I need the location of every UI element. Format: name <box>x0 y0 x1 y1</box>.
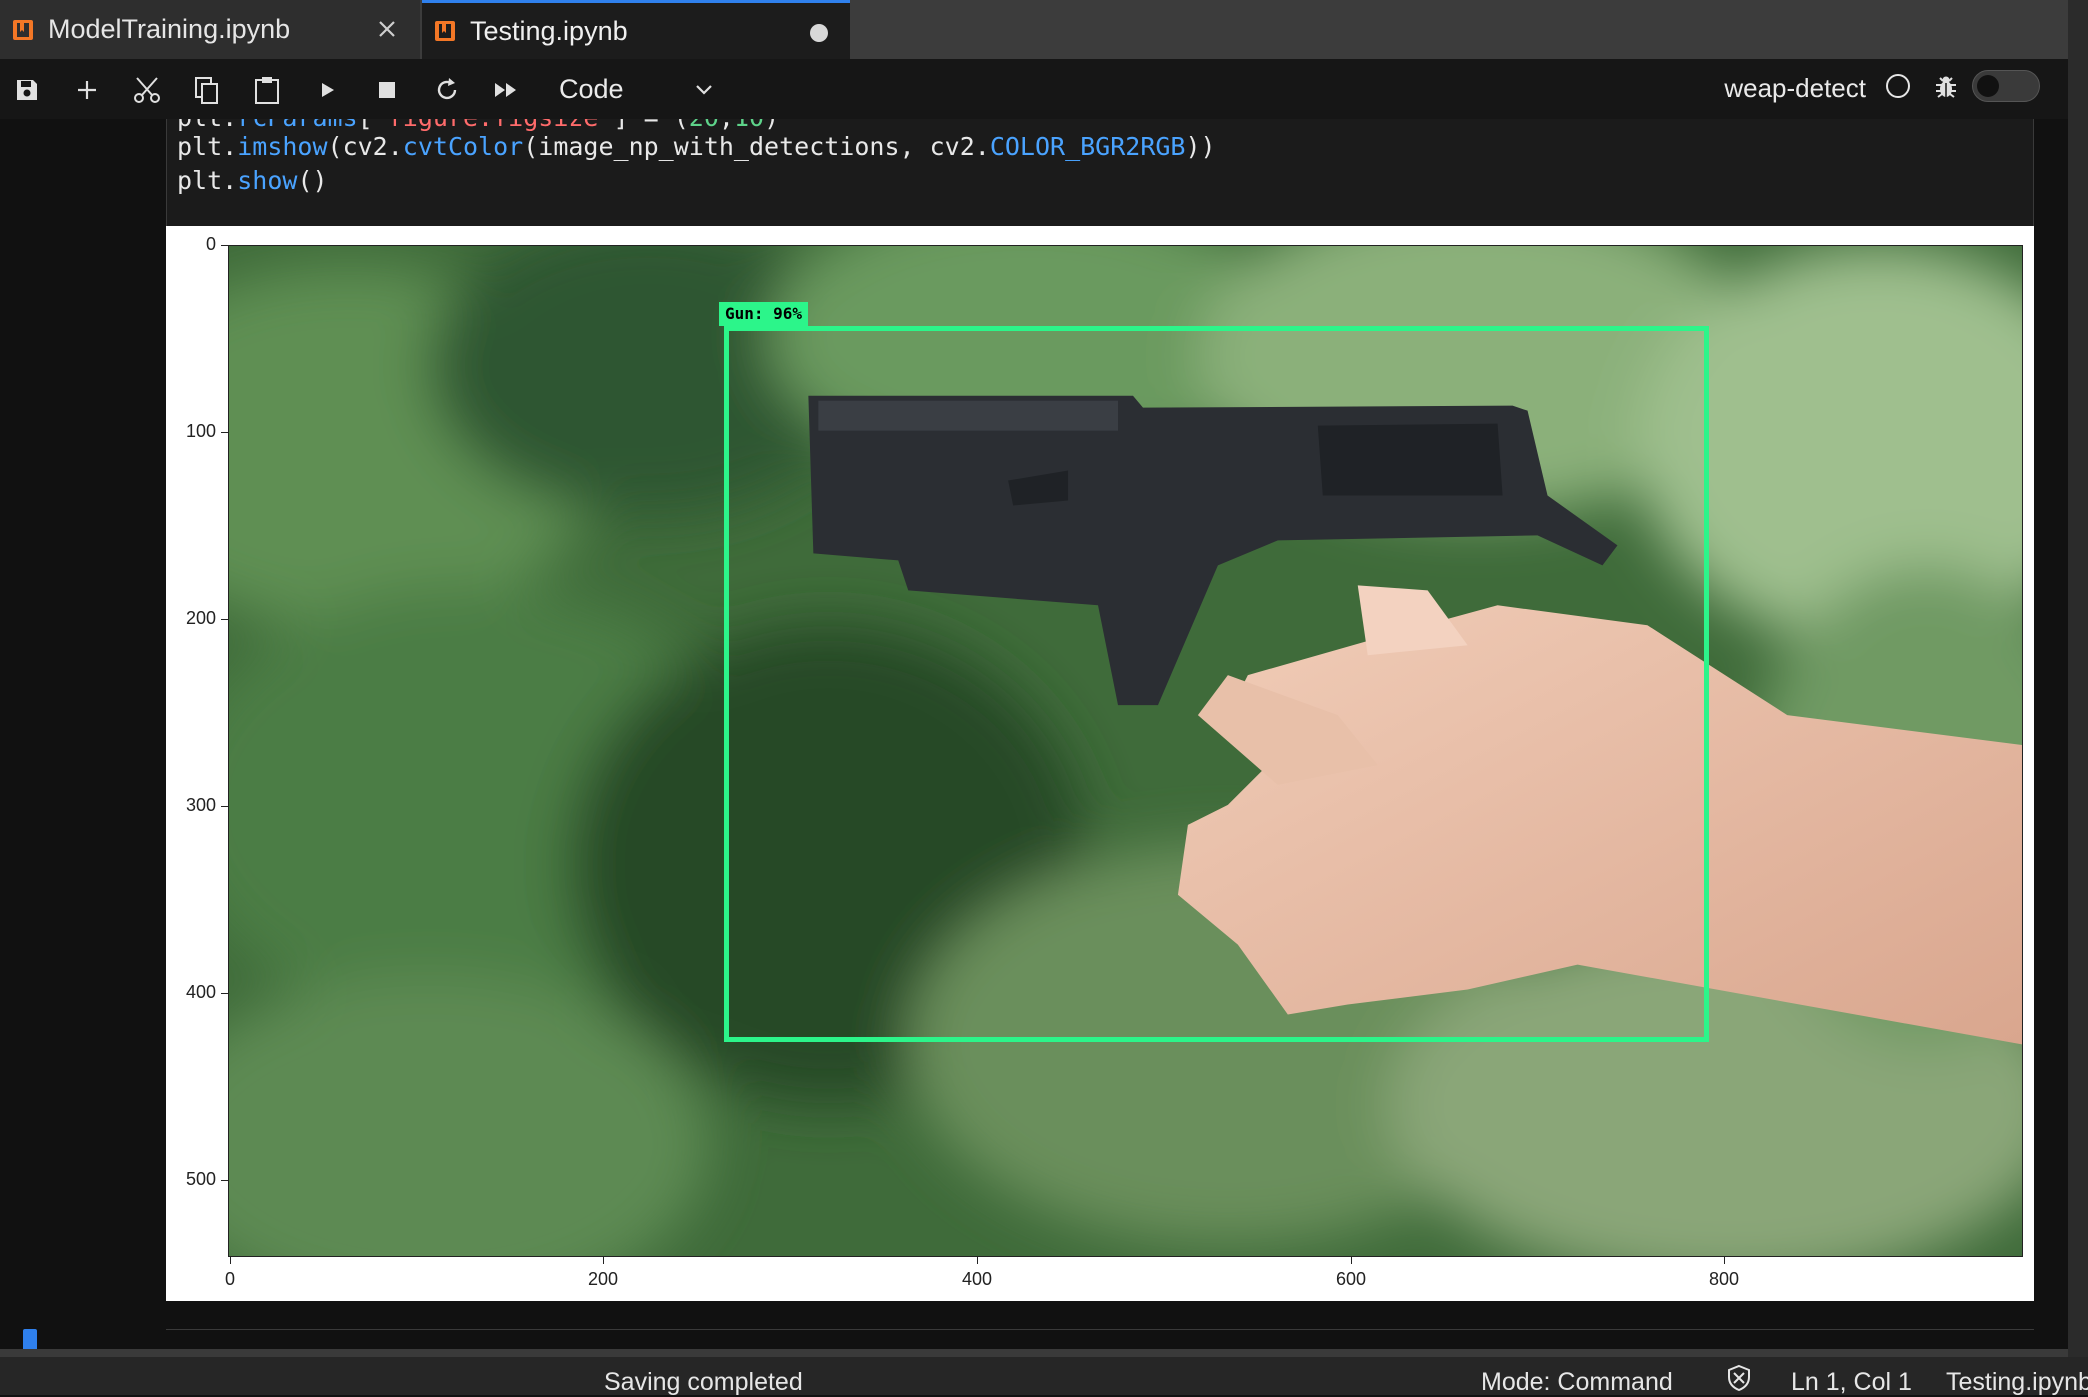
stop-icon[interactable] <box>370 73 404 107</box>
x-tick-label: 0 <box>224 1269 235 1289</box>
add-cell-icon[interactable] <box>70 73 104 107</box>
tab-modeltraining[interactable]: ModelTraining.ipynb <box>0 0 420 59</box>
detection-label: Gun: 96% <box>719 302 809 326</box>
cut-icon[interactable] <box>130 73 164 107</box>
debugger-bug-icon[interactable] <box>1932 73 1960 106</box>
x-tick-mark <box>230 1257 231 1264</box>
y-tick-mark <box>221 619 228 620</box>
chevron-down-icon <box>696 85 712 95</box>
notebook-icon <box>435 21 455 41</box>
x-tick-label: 200 <box>587 1269 619 1289</box>
debugger-toggle[interactable] <box>1972 70 2040 102</box>
code-line-1: plt.rcParams['figure.figsize'] = (20,10) <box>177 119 779 132</box>
active-cell-marker[interactable] <box>23 1329 37 1349</box>
paste-icon[interactable] <box>250 73 284 107</box>
notebook-toolbar: Code weap-detect <box>0 59 2088 120</box>
code-line-2: plt.imshow(cv2.cvtColor(image_np_with_de… <box>177 132 1216 161</box>
y-tick-mark <box>221 806 228 807</box>
vertical-scrollbar[interactable] <box>2068 0 2088 1395</box>
y-tick-mark <box>221 993 228 994</box>
kernel-status-icon <box>1886 74 1910 98</box>
close-icon[interactable] <box>372 14 402 44</box>
unsaved-dot-icon[interactable] <box>810 24 828 42</box>
notebook-icon <box>13 19 33 40</box>
horizontal-scrollbar[interactable] <box>0 1349 2068 1357</box>
y-tick-label: 200 <box>185 608 216 628</box>
code-line-3: plt.show() <box>177 166 328 195</box>
y-tick-label: 500 <box>185 1169 216 1189</box>
y-tick-label: 300 <box>185 795 216 815</box>
y-tick-mark <box>221 1180 228 1181</box>
tab-bar: ModelTraining.ipynb Testing.ipynb <box>0 0 2088 59</box>
y-tick-mark <box>221 245 228 246</box>
save-icon[interactable] <box>10 73 44 107</box>
run-all-icon[interactable] <box>490 73 524 107</box>
detection-bounding-box <box>724 326 1709 1042</box>
kernel-name[interactable]: weap-detect <box>1724 73 1866 104</box>
x-tick-label: 400 <box>961 1269 993 1289</box>
mode-status[interactable]: Mode: Command <box>1481 1368 1673 1397</box>
next-cell[interactable] <box>166 1329 2034 1349</box>
shield-icon[interactable] <box>1724 1363 1754 1393</box>
y-tick-label: 400 <box>185 982 216 1002</box>
x-tick-mark <box>977 1257 978 1264</box>
x-tick-mark <box>1724 1257 1725 1264</box>
tab-label: Testing.ipynb <box>470 15 628 46</box>
notebook-panel: plt.rcParams['figure.figsize'] = (20,10)… <box>0 119 2068 1349</box>
x-tick-mark <box>603 1257 604 1264</box>
tab-testing[interactable]: Testing.ipynb <box>422 0 850 59</box>
copy-icon[interactable] <box>190 73 224 107</box>
output-figure: Gun: 96% 0 100 200 300 400 500 0 200 400… <box>166 226 2034 1301</box>
x-tick-label: 600 <box>1335 1269 1367 1289</box>
restart-icon[interactable] <box>430 73 464 107</box>
x-tick-mark <box>1351 1257 1352 1264</box>
status-bar: Saving completed Mode: Command Ln 1, Col… <box>0 1357 2088 1397</box>
saving-status: Saving completed <box>604 1368 803 1396</box>
file-name-status: Testing.ipynb <box>1946 1368 2088 1396</box>
run-icon[interactable] <box>310 73 344 107</box>
cell-type-label: Code <box>559 73 624 104</box>
cell-type-select[interactable]: Code <box>545 69 720 109</box>
x-tick-label: 800 <box>1708 1269 1740 1289</box>
y-tick-mark <box>221 432 228 433</box>
y-tick-label: 100 <box>185 421 216 441</box>
image-axes: Gun: 96% <box>228 245 2023 1257</box>
tab-label: ModelTraining.ipynb <box>48 14 291 44</box>
cursor-position[interactable]: Ln 1, Col 1 <box>1791 1368 1912 1397</box>
y-tick-label: 0 <box>205 234 216 254</box>
